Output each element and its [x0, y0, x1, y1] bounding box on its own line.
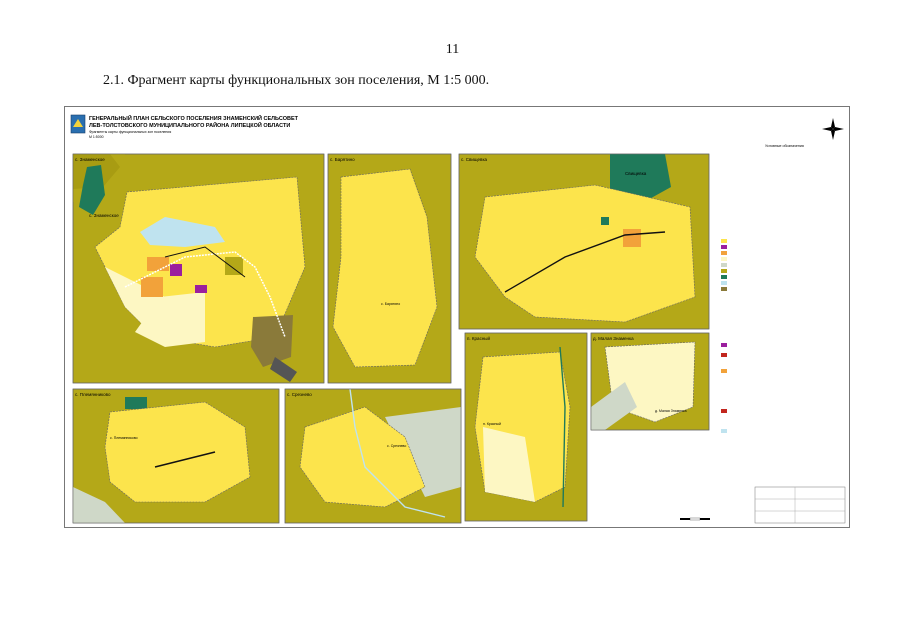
panel-title-svishchevka: с. Свищевка [461, 157, 488, 162]
panel-sreznevo: с. Срезнево с. Срезнево [284, 388, 462, 524]
panel-plemyannikovo: с. Племянниково с. Племянниково [72, 388, 280, 524]
map-sheet: ГЕНЕРАЛЬНЫЙ ПЛАН СЕЛЬСКОГО ПОСЕЛЕНИЯ ЗНА… [64, 106, 850, 528]
panel-title-plemyannikovo: с. Племянниково [75, 392, 111, 397]
page-number: 11 [445, 42, 460, 57]
place-label-sreznevo: с. Срезнево [387, 444, 406, 448]
panel-title-baryatino: с. Барятино [330, 157, 355, 162]
place-label-krasnyi: п. Красный [483, 422, 501, 426]
panel-znamenskoe: с. Знаменское с. Знаменское [72, 153, 325, 384]
place-label-znamenskoe: с. Знаменское [89, 213, 119, 218]
header-line4: М 1:5000 [89, 135, 104, 139]
legend-swatches [721, 239, 727, 433]
place-label-baryatino: с. Барятино [381, 302, 400, 306]
panel-malaya-znamenka: д. Малая Знаменка д. Малая Знаменка [590, 332, 710, 431]
panel-baryatino: с. Барятино с. Барятино [327, 153, 452, 384]
map-header: ГЕНЕРАЛЬНЫЙ ПЛАН СЕЛЬСКОГО ПОСЕЛЕНИЯ ЗНА… [70, 114, 299, 139]
panel-title-sreznevo: с. Срезнево [287, 392, 312, 397]
place-label-plemyannikovo: с. Племянниково [110, 436, 138, 440]
figure-caption: 2.1. Фрагмент карты функциональных зон п… [103, 73, 490, 88]
panel-title-krasnyi: п. Красный [467, 335, 491, 341]
legend-title: Условные обозначения [765, 144, 804, 148]
header-line2: ЛЕВ-ТОЛСТОВСКОГО МУНИЦИПАЛЬНОГО РАЙОНА Л… [89, 121, 290, 129]
scale-bar [680, 517, 710, 521]
north-arrow-icon [822, 118, 844, 140]
place-label-svishchevka: Свищевка [625, 171, 647, 176]
header-line3: Фрагменты карты функциональных зон посел… [89, 130, 171, 134]
legend-panel: Условные обозначения [721, 144, 804, 433]
panel-krasnyi: п. Красный п. Красный [464, 332, 588, 522]
panel-title-znamenskoe: с. Знаменское [75, 157, 105, 162]
panel-title-malaya-znamenka: д. Малая Знаменка [593, 336, 634, 341]
title-block [754, 486, 846, 524]
place-label-malaya-znamenka: д. Малая Знаменка [655, 409, 687, 413]
header-line1: ГЕНЕРАЛЬНЫЙ ПЛАН СЕЛЬСКОГО ПОСЕЛЕНИЯ ЗНА… [89, 114, 299, 122]
panel-svishchevka: с. Свищевка Свищевка [458, 153, 710, 330]
